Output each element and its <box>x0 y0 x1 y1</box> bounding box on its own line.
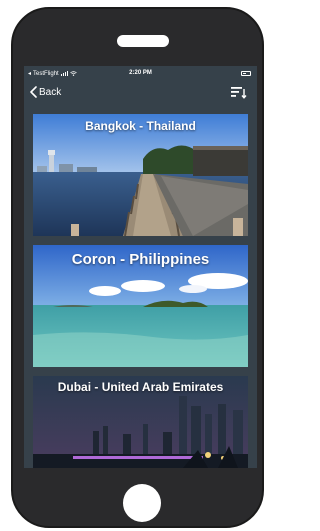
phone-speaker <box>117 35 169 47</box>
sort-descending-icon <box>231 87 247 99</box>
battery-icon <box>241 71 251 76</box>
home-button[interactable] <box>123 484 161 522</box>
destination-card-coron[interactable]: Coron - Philippines <box>33 245 248 367</box>
nav-bar: Back <box>24 80 257 106</box>
app-screen: ◂ TestFlight 2:20 PM Back Bangkok - Thai… <box>24 66 257 468</box>
back-button[interactable]: Back <box>30 86 61 98</box>
status-bar: ◂ TestFlight 2:20 PM <box>24 66 257 80</box>
chevron-left-icon <box>30 86 37 98</box>
status-time: 2:20 PM <box>129 70 152 76</box>
destination-title: Bangkok - Thailand <box>85 119 196 133</box>
destination-card-dubai[interactable]: Dubai - United Arab Emirates <box>33 376 248 468</box>
back-label: Back <box>39 86 62 98</box>
destination-title: Dubai - United Arab Emirates <box>57 380 224 394</box>
sort-button[interactable] <box>231 86 247 104</box>
destination-card-bangkok[interactable]: Bangkok - Thailand <box>33 114 248 236</box>
destination-title: Coron - Philippines <box>71 251 210 268</box>
